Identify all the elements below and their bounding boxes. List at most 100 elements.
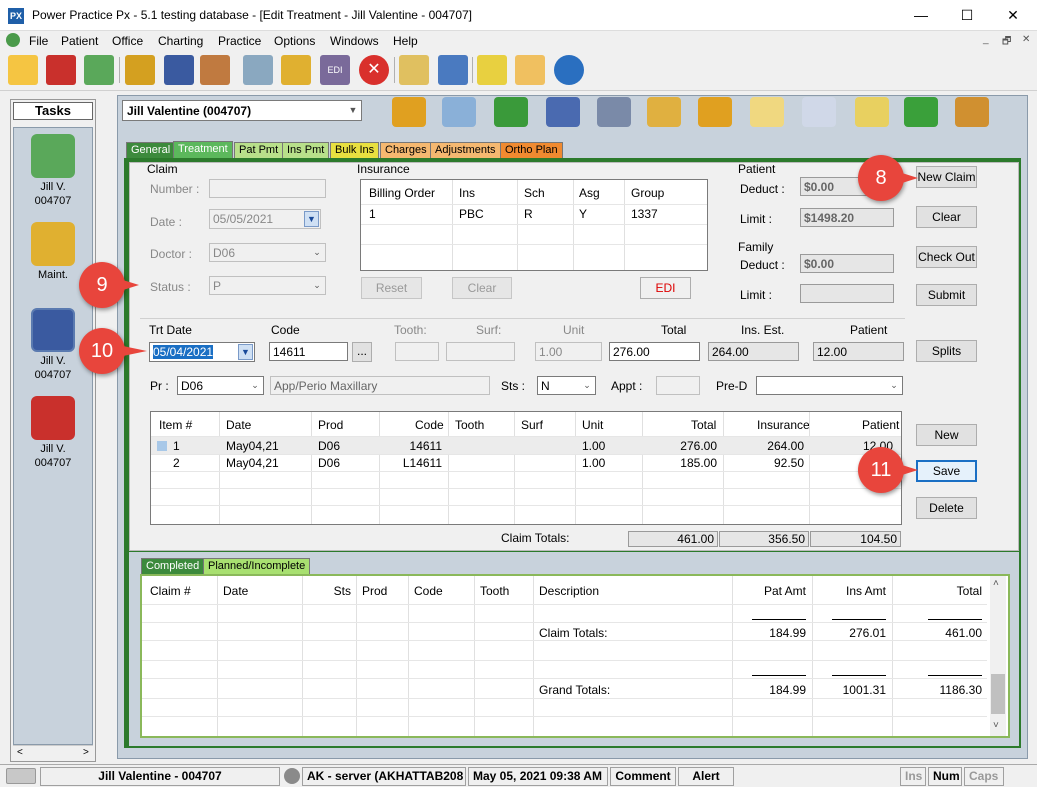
patient-portion-label: Patient — [850, 323, 888, 337]
calendar-dropdown-icon[interactable]: ▼ — [238, 344, 253, 360]
recycle-icon[interactable] — [84, 55, 114, 85]
notepad-icon[interactable] — [515, 55, 545, 85]
status-alert[interactable]: Alert — [678, 767, 734, 786]
sts-select[interactable]: N ⌄ — [537, 376, 596, 395]
wrench-icon[interactable] — [955, 97, 989, 127]
check-out-button[interactable]: Check Out — [916, 246, 977, 268]
calendar-dropdown-icon[interactable]: ▼ — [304, 211, 319, 227]
tab-ortho-plan[interactable]: Ortho Plan — [500, 142, 563, 159]
minimize-button[interactable]: — — [898, 0, 944, 31]
scroll-thumb[interactable] — [991, 674, 1005, 714]
menu-patient[interactable]: Patient — [61, 34, 98, 48]
maximize-button[interactable]: ☐ — [944, 0, 990, 31]
scroll-right-icon[interactable]: > — [83, 747, 89, 758]
save-button[interactable]: Save — [916, 460, 977, 482]
status-comment[interactable]: Comment — [610, 767, 676, 786]
provider-select[interactable]: D06 ⌄ — [177, 376, 264, 395]
menu-windows[interactable]: Windows — [330, 34, 379, 48]
folder-download-icon[interactable] — [698, 97, 732, 127]
tab-ins-pmt[interactable]: Ins Pmt — [282, 142, 330, 159]
patient-selector[interactable]: Jill Valentine (004707) ▼ — [122, 100, 362, 121]
notes-icon[interactable] — [750, 97, 784, 127]
trt-date-field[interactable]: 05/04/2021 ▼ — [149, 342, 255, 362]
tooth-field[interactable] — [395, 342, 439, 361]
chart-icon[interactable] — [243, 55, 273, 85]
surf-field[interactable] — [446, 342, 515, 361]
hist-col-ins-amt: Ins Amt — [845, 584, 886, 598]
tab-adjustments[interactable]: Adjustments — [430, 142, 501, 159]
menu-options[interactable]: Options — [274, 34, 315, 48]
insurance-clear-button[interactable]: Clear — [452, 277, 512, 299]
ins-col-billing-order: Billing Order — [369, 186, 436, 200]
open-folder-icon[interactable] — [392, 97, 426, 127]
menu-file[interactable]: File — [29, 34, 48, 48]
tasks-scrollbar[interactable]: < > — [13, 745, 93, 761]
edit-pencil-icon[interactable] — [125, 55, 155, 85]
claim-doctor-select[interactable]: D06 ⌄ — [209, 243, 326, 262]
patient-photo-icon[interactable] — [442, 97, 476, 127]
tab-bulk-ins[interactable]: Bulk Ins — [330, 142, 380, 159]
tab-general[interactable]: General — [126, 142, 176, 159]
scroll-left-icon[interactable]: < — [17, 747, 23, 758]
patients-icon[interactable] — [46, 55, 76, 85]
clipboard-icon[interactable] — [477, 55, 507, 85]
task-item[interactable]: Jill V. 004707 — [14, 396, 92, 470]
menu-help[interactable]: Help — [393, 34, 418, 48]
menu-practice[interactable]: Practice — [218, 34, 261, 48]
mdi-restore-button[interactable]: 🗗 — [1002, 34, 1011, 51]
print-alert-icon[interactable] — [597, 97, 631, 127]
reset-button[interactable]: Reset — [361, 277, 422, 299]
pre-d-select[interactable]: ⌄ — [756, 376, 903, 395]
calendar-icon[interactable] — [200, 55, 230, 85]
code-lookup-button[interactable]: ... — [352, 342, 372, 362]
stop-icon[interactable]: ✕ — [359, 55, 389, 85]
tab-treatment[interactable]: Treatment — [173, 141, 233, 159]
unit-field[interactable]: 1.00 — [535, 342, 602, 361]
close-button[interactable]: ✕ — [990, 0, 1036, 31]
claim-date-field[interactable]: 05/05/2021 ▼ — [209, 209, 321, 229]
gift-box-icon[interactable] — [281, 55, 311, 85]
table-row[interactable]: 2 May04,21 D06 L14611 1.00 185.00 92.50 … — [151, 455, 901, 472]
appt-field[interactable] — [656, 376, 700, 395]
tab-pat-pmt[interactable]: Pat Pmt — [234, 142, 284, 159]
mdi-minimize-button[interactable]: _ — [983, 34, 989, 45]
open-folder-icon[interactable] — [8, 55, 38, 85]
app-menu-icon[interactable] — [6, 33, 20, 47]
code-field[interactable]: 14611 — [269, 342, 348, 361]
folder-export-icon[interactable] — [647, 97, 681, 127]
new-button[interactable]: New — [916, 424, 977, 446]
task-item[interactable]: Jill V. 004707 — [14, 134, 92, 208]
task-item[interactable]: Maint. — [14, 222, 92, 282]
edi-button[interactable]: EDI — [640, 277, 691, 299]
history-scrollbar[interactable]: ˄ ˅ — [990, 576, 1006, 736]
help-icon[interactable] — [554, 55, 584, 85]
tab-completed[interactable]: Completed — [141, 558, 205, 575]
menu-office[interactable]: Office — [112, 34, 143, 48]
calendar-icon[interactable] — [802, 97, 836, 127]
new-claim-button[interactable]: New Claim — [916, 166, 977, 188]
submit-button[interactable]: Submit — [916, 284, 977, 306]
clear-button[interactable]: Clear — [916, 206, 977, 228]
claim-status-select[interactable]: P ⌄ — [209, 276, 326, 295]
totals-rule — [928, 675, 982, 676]
scroll-down-icon[interactable]: ˅ — [993, 720, 999, 731]
id-card-icon[interactable] — [399, 55, 429, 85]
tab-charges[interactable]: Charges — [380, 142, 432, 159]
table-row[interactable]: 1 May04,21 D06 14611 1.00 276.00 264.00 … — [151, 437, 901, 454]
claim-number-field[interactable] — [209, 179, 326, 198]
menu-charting[interactable]: Charting — [158, 34, 203, 48]
camera-icon[interactable] — [6, 768, 36, 784]
splits-button[interactable]: Splits — [916, 340, 977, 362]
total-field[interactable]: 276.00 — [609, 342, 700, 361]
row-date: May04,21 — [226, 439, 279, 453]
mdi-close-button[interactable]: ✕ — [1022, 34, 1030, 45]
refresh-icon[interactable] — [904, 97, 938, 127]
delete-button[interactable]: Delete — [916, 497, 977, 519]
family-icon[interactable] — [546, 97, 580, 127]
book-icon[interactable] — [164, 55, 194, 85]
scroll-up-icon[interactable]: ˄ — [993, 578, 999, 589]
pin-note-icon[interactable] — [855, 97, 889, 127]
person-icon[interactable] — [494, 97, 528, 127]
edi-icon[interactable]: EDI — [320, 55, 350, 85]
bottle-icon[interactable] — [438, 55, 468, 85]
